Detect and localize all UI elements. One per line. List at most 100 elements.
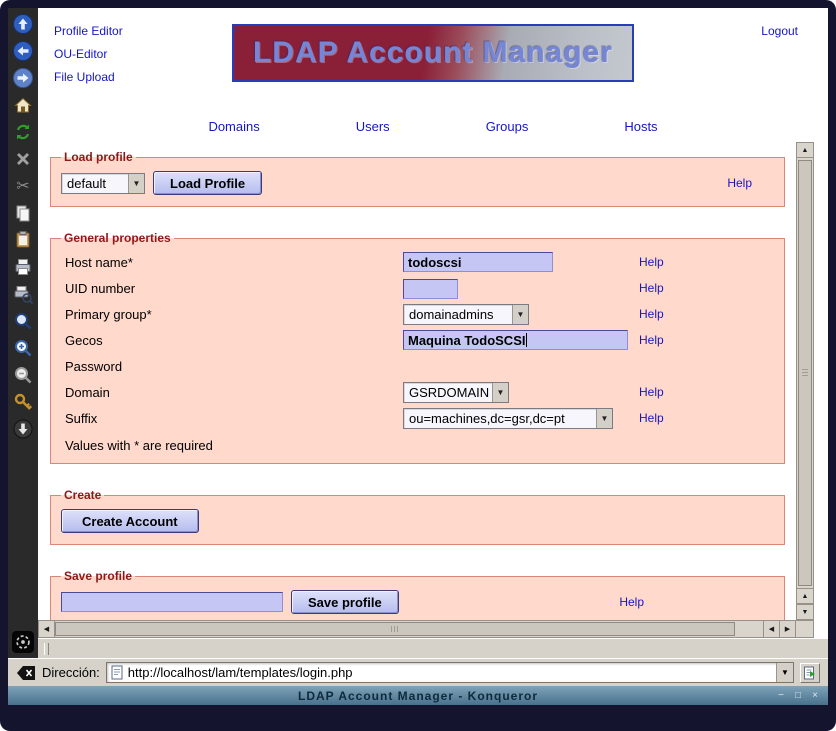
url-input[interactable]: http://localhost/lam/templates/login.php… (106, 662, 794, 683)
statusbar-grip (44, 643, 49, 655)
ou-editor-link[interactable]: OU-Editor (54, 47, 123, 61)
copy-icon[interactable] (12, 202, 34, 224)
gecos-input[interactable]: Maquina TodoSCSI (403, 330, 628, 350)
suffix-value: ou=machines,dc=gsr,dc=pt (404, 409, 596, 428)
download-icon[interactable] (12, 418, 34, 440)
text-caret (526, 333, 527, 347)
vertical-scroll-thumb[interactable] (798, 160, 812, 586)
reload-icon[interactable] (12, 121, 34, 143)
load-profile-section: Load profile default ▼ Load Profile Help (50, 150, 785, 207)
scroll-up-arrow-icon[interactable]: ▲ (796, 588, 814, 604)
go-button[interactable] (800, 663, 820, 683)
back-icon[interactable] (12, 40, 34, 62)
uid-number-label: UID number (59, 281, 403, 296)
file-upload-link[interactable]: File Upload (54, 70, 123, 84)
tab-groups[interactable]: Groups (486, 119, 529, 134)
up-icon[interactable] (12, 13, 34, 35)
help-link[interactable]: Help (619, 595, 644, 609)
profile-select-value: default (62, 174, 128, 193)
key-icon[interactable] (12, 391, 34, 413)
maximize-icon[interactable]: □ (791, 689, 805, 703)
domain-select[interactable]: GSRDOMAIN ▼ (403, 382, 509, 403)
create-account-button[interactable]: Create Account (61, 509, 199, 533)
help-link[interactable]: Help (639, 411, 776, 425)
minimize-icon[interactable]: − (774, 689, 788, 703)
scroll-left-arrow-icon[interactable]: ◀ (39, 621, 55, 637)
clear-location-icon[interactable] (16, 665, 36, 681)
help-link[interactable]: Help (639, 307, 776, 321)
form-row-host-name: Host name* todoscsi Help (59, 249, 776, 275)
vertical-scrollbar[interactable]: ▲ ▲ ▼ (796, 142, 814, 620)
konqueror-window: ✂ (0, 0, 836, 731)
paste-icon[interactable] (12, 229, 34, 251)
form-row-suffix: Suffix ou=machines,dc=gsr,dc=pt ▼ Help (59, 405, 776, 431)
create-legend: Create (61, 488, 104, 502)
zoom-out-icon[interactable] (12, 364, 34, 386)
browser-viewport: Profile Editor OU-Editor File Upload LDA… (38, 8, 828, 658)
close-icon[interactable]: × (808, 689, 822, 703)
load-profile-legend: Load profile (61, 150, 136, 164)
location-toolbar: Dirección: http://localhost/lam/template… (8, 658, 828, 686)
tool-links: Profile Editor OU-Editor File Upload (54, 24, 123, 84)
host-name-value: todoscsi (408, 255, 461, 270)
save-profile-button[interactable]: Save profile (291, 590, 399, 614)
account-type-tabs: Domains Users Groups Hosts (38, 110, 828, 142)
scroll-left-arrow-icon[interactable]: ◀ (763, 621, 779, 637)
url-text: http://localhost/lam/templates/login.php (124, 665, 776, 680)
chevron-down-icon[interactable]: ▼ (512, 305, 528, 324)
chevron-down-icon[interactable]: ▼ (128, 174, 144, 193)
load-profile-button[interactable]: Load Profile (153, 171, 262, 195)
chevron-down-icon[interactable]: ▼ (596, 409, 612, 428)
scroll-down-arrow-icon[interactable]: ▼ (796, 604, 814, 620)
tab-hosts[interactable]: Hosts (624, 119, 657, 134)
konqueror-gear-icon[interactable] (10, 629, 36, 655)
password-label: Password (59, 359, 403, 374)
horizontal-scroll-thumb[interactable] (55, 622, 735, 636)
scroll-up-arrow-icon[interactable]: ▲ (796, 142, 814, 158)
window-titlebar[interactable]: LDAP Account Manager - Konqueror − □ × (8, 686, 828, 705)
forward-icon[interactable] (12, 67, 34, 89)
form-row-primary-group: Primary group* domainadmins ▼ Help (59, 301, 776, 327)
profile-select[interactable]: default ▼ (61, 173, 145, 194)
help-link[interactable]: Help (639, 385, 776, 399)
chevron-down-icon[interactable]: ▼ (776, 663, 793, 682)
save-profile-legend: Save profile (61, 569, 135, 583)
uid-number-input[interactable] (403, 279, 458, 299)
status-bar (38, 638, 828, 658)
zoom-in-icon[interactable] (12, 337, 34, 359)
tab-users[interactable]: Users (356, 119, 390, 134)
banner-title: LDAP Account Manager (253, 36, 613, 70)
scroll-right-arrow-icon[interactable]: ▶ (779, 621, 795, 637)
home-icon[interactable] (12, 94, 34, 116)
primary-group-value: domainadmins (404, 305, 512, 324)
window-title: LDAP Account Manager - Konqueror (8, 689, 828, 703)
suffix-select[interactable]: ou=machines,dc=gsr,dc=pt ▼ (403, 408, 613, 429)
logout-link[interactable]: Logout (761, 24, 798, 38)
cut-icon[interactable]: ✂ (12, 175, 34, 197)
help-link[interactable]: Help (727, 176, 752, 190)
go-button-icon (803, 666, 817, 680)
print-icon[interactable] (12, 256, 34, 278)
chevron-down-icon[interactable]: ▼ (492, 383, 508, 402)
host-name-input[interactable]: todoscsi (403, 252, 553, 272)
primary-group-select[interactable]: domainadmins ▼ (403, 304, 529, 325)
form-row-uid-number: UID number Help (59, 275, 776, 301)
print-preview-icon[interactable] (12, 283, 34, 305)
save-profile-section: Save profile Save profile Help (50, 569, 785, 620)
general-properties-section: General properties Host name* todoscsi H… (50, 231, 785, 464)
help-link[interactable]: Help (639, 255, 776, 269)
navigation-toolbar: ✂ (8, 8, 38, 658)
help-link[interactable]: Help (639, 281, 776, 295)
page-edge (814, 620, 828, 638)
horizontal-scrollbar[interactable]: ◀ ◀ ▶ (38, 620, 796, 638)
find-icon[interactable] (12, 310, 34, 332)
help-link[interactable]: Help (639, 333, 776, 347)
form-row-domain: Domain GSRDOMAIN ▼ Help (59, 379, 776, 405)
domain-value: GSRDOMAIN (404, 383, 492, 402)
profile-editor-link[interactable]: Profile Editor (54, 24, 123, 38)
general-properties-legend: General properties (61, 231, 174, 245)
tab-domains[interactable]: Domains (208, 119, 259, 134)
stop-icon[interactable] (12, 148, 34, 170)
save-profile-input[interactable] (61, 592, 283, 612)
host-name-label: Host name* (59, 255, 403, 270)
